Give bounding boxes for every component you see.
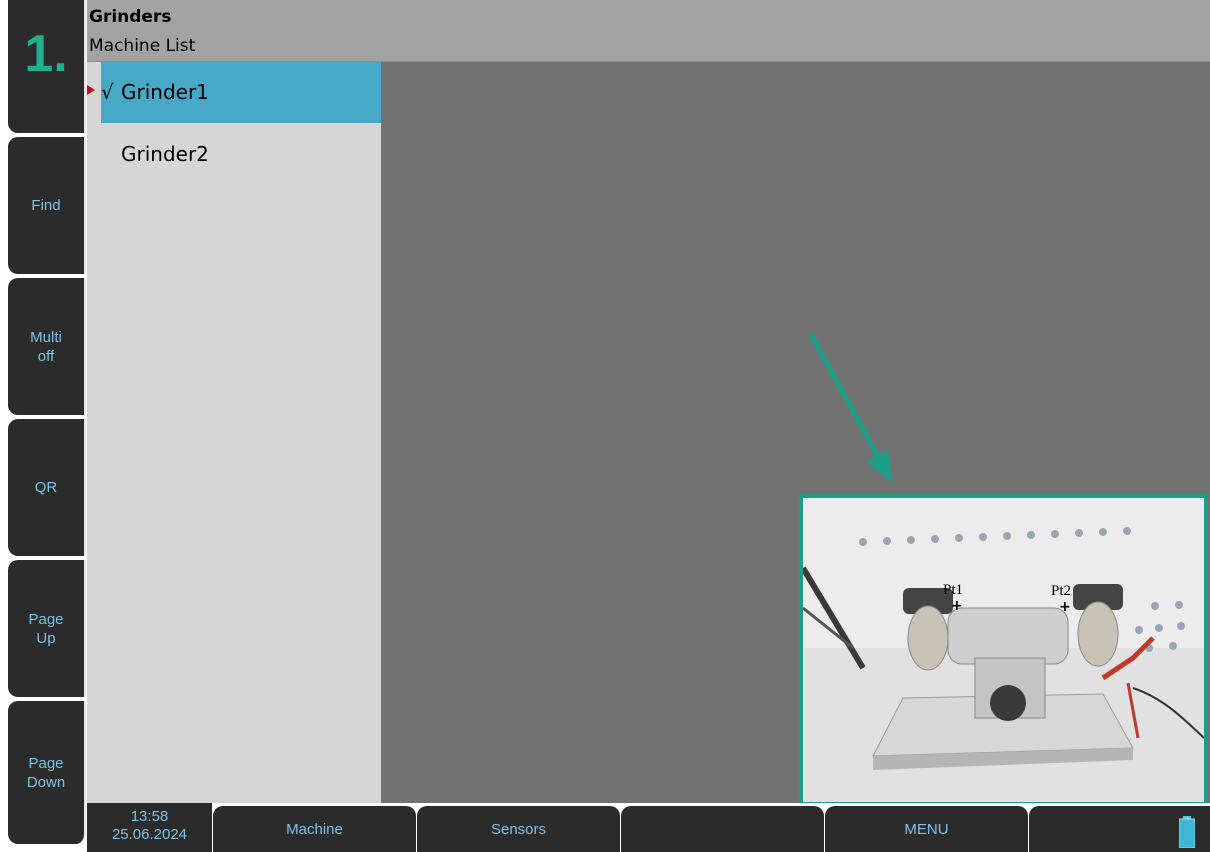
empty-softkey[interactable] xyxy=(621,806,824,852)
list-item-grinder2[interactable]: Grinder2 xyxy=(101,124,381,185)
machine-photo: Pt1 Pt2 + + xyxy=(799,494,1208,806)
page-down-label-1: Page xyxy=(28,754,64,772)
left-softkey-bar: 1. Find Multi off QR Page Up Page Down xyxy=(0,0,87,852)
pt2-marker-icon: + xyxy=(1059,599,1071,615)
menu-button-label: MENU xyxy=(904,820,949,838)
list-item-grinder1[interactable]: √ Grinder1 xyxy=(87,62,381,123)
bottom-softkey-bar: 13:58 25.06.2024 Machine Sensors MENU xyxy=(87,803,1210,852)
list-item-label: Grinder2 xyxy=(121,142,209,166)
pt1-label: Pt1 xyxy=(943,582,963,598)
page-up-key[interactable]: Page Up xyxy=(8,560,86,697)
machine-list: √ Grinder1 Grinder2 xyxy=(87,62,381,803)
cursor-marker-icon xyxy=(87,85,95,95)
page-down-label-2: Down xyxy=(26,773,66,791)
page-subtitle: Machine List xyxy=(89,36,196,56)
page-title: Grinders xyxy=(89,7,172,27)
sensors-button[interactable]: Sensors xyxy=(417,806,620,852)
status-time: 13:58 xyxy=(130,808,169,825)
machine-button[interactable]: Machine xyxy=(213,806,416,852)
page-up-label-1: Page xyxy=(28,610,64,628)
annotation-arrow-icon xyxy=(809,333,892,482)
menu-button[interactable]: MENU xyxy=(825,806,1028,852)
find-label: Find xyxy=(31,197,61,214)
check-icon: √ xyxy=(101,80,114,104)
pt2-label: Pt2 xyxy=(1051,583,1071,599)
multi-label-2: off xyxy=(37,347,55,365)
multi-key[interactable]: Multi off xyxy=(8,278,86,415)
header: Grinders Machine List xyxy=(87,0,1210,62)
page-up-label-2: Up xyxy=(36,629,56,647)
qr-label: QR xyxy=(34,479,58,496)
sensors-button-label: Sensors xyxy=(490,820,547,838)
pt1-marker-icon: + xyxy=(951,598,963,614)
battery-icon xyxy=(1179,816,1195,848)
list-item-label: Grinder1 xyxy=(121,80,209,104)
grinder-image: Pt1 Pt2 + + xyxy=(803,498,1204,802)
status-date: 25.06.2024 xyxy=(111,826,188,843)
multi-label-1: Multi xyxy=(30,328,62,346)
index-key[interactable]: 1. xyxy=(8,0,86,133)
machine-button-label: Machine xyxy=(286,820,343,838)
index-label: 1. xyxy=(24,25,68,83)
status-clock: 13:58 25.06.2024 xyxy=(87,803,212,852)
find-key[interactable]: Find xyxy=(8,137,86,274)
qr-key[interactable]: QR xyxy=(8,419,86,556)
page-down-key[interactable]: Page Down xyxy=(8,701,86,844)
